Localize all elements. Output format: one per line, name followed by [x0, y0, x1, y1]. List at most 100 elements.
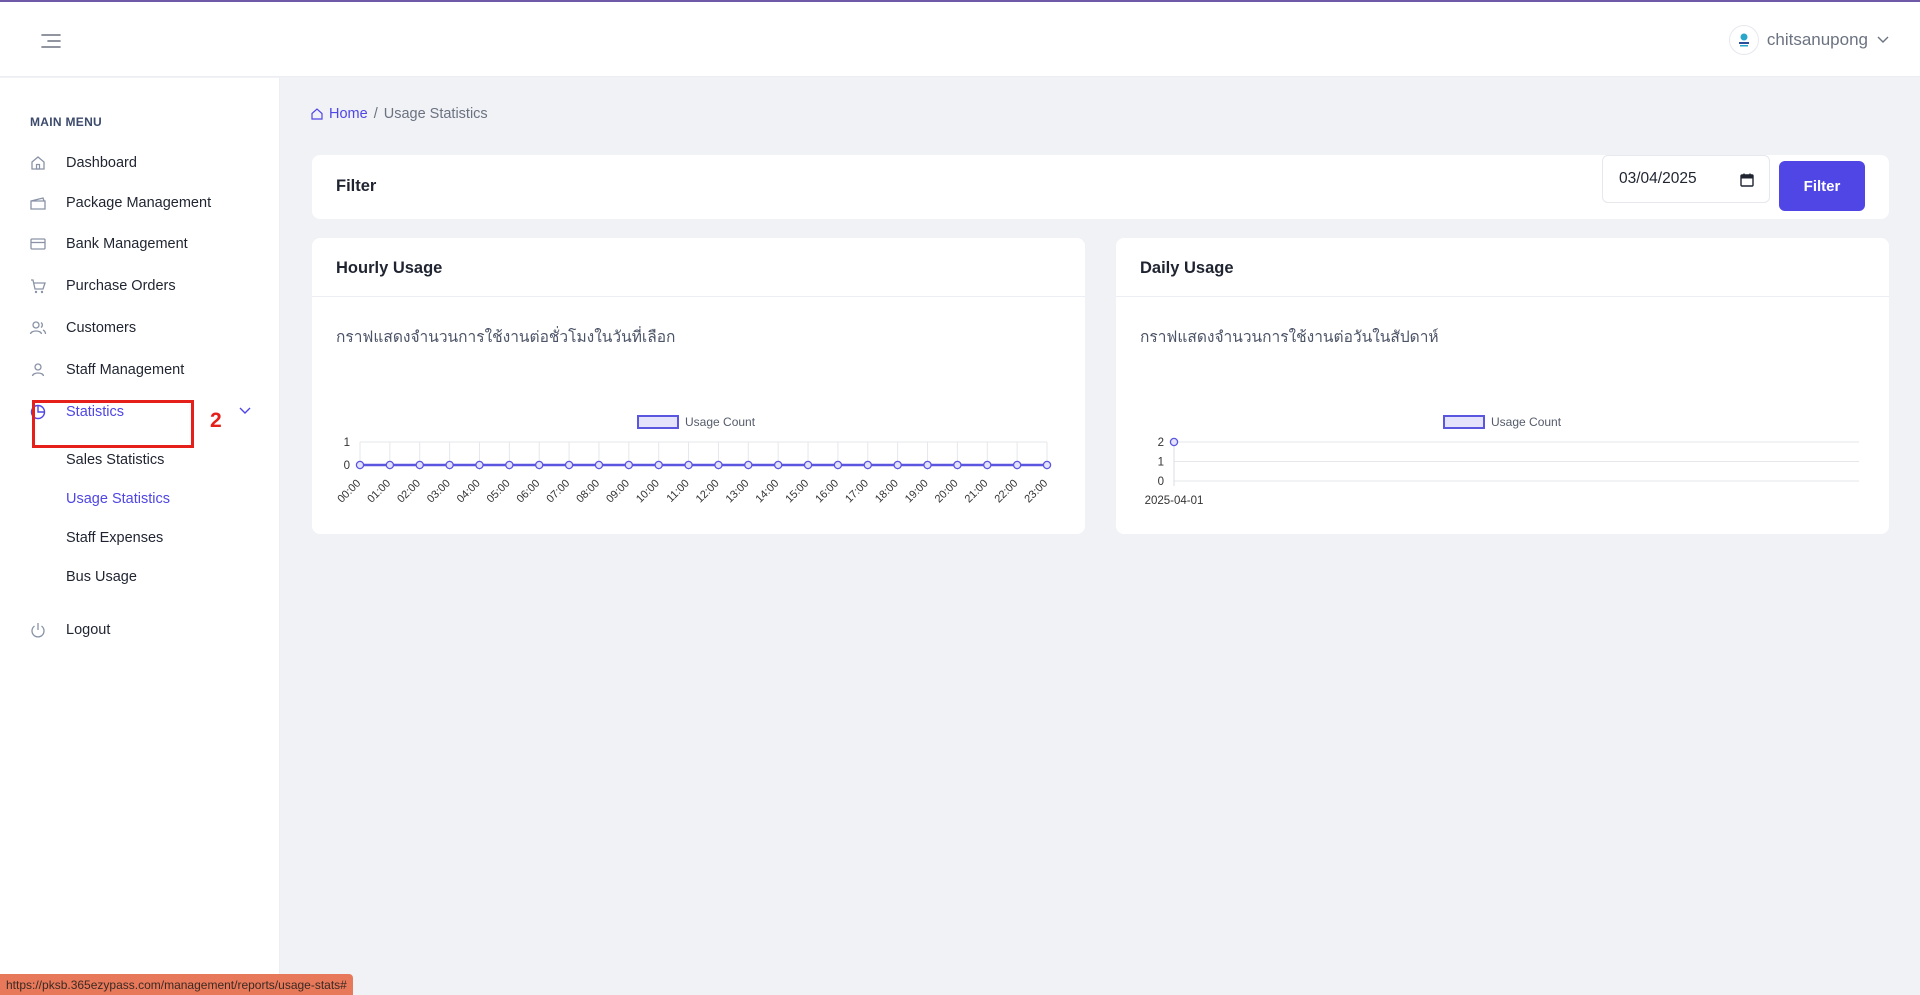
sidebar-item-label: Purchase Orders	[66, 278, 176, 294]
sidebar-item-label: Bank Management	[66, 236, 188, 252]
data-point	[983, 460, 992, 470]
sidebar-item-label: Staff Management	[66, 362, 185, 378]
sidebar-subitem-label: Sales Statistics	[66, 452, 165, 468]
filter-title: Filter	[336, 177, 377, 195]
sidebar-item-logout[interactable]: Logout	[28, 616, 260, 644]
x-tick-label: 14:00	[754, 477, 782, 505]
y-tick-label: 1	[1158, 457, 1164, 469]
breadcrumb: Home / Usage Statistics	[310, 106, 488, 122]
annotation-number: 2	[210, 409, 222, 432]
data-point	[684, 460, 693, 470]
sidebar-subitem-label: Usage Statistics	[66, 491, 170, 507]
chart-legend: Usage Count	[1443, 415, 1562, 429]
sidebar-item-bank-management[interactable]: Bank Management	[28, 230, 260, 258]
data-point	[833, 460, 843, 470]
data-point	[923, 460, 932, 470]
data-point	[624, 460, 634, 470]
data-point	[564, 460, 574, 470]
x-tick-label: 07:00	[544, 477, 572, 505]
x-tick-label: 11:00	[664, 477, 691, 504]
hourly-usage-chart: Usage Count 0 1 00:00 01:00 02:00 03:00 04:00 05…	[335, 415, 1052, 505]
x-tick-label: 22:00	[992, 477, 1020, 505]
x-tick-label: 18:00	[873, 477, 901, 505]
user-menu[interactable]: chitsanupong	[1728, 22, 1890, 58]
data-point	[1042, 460, 1052, 470]
chart-grid: 0 1 2	[1158, 437, 1859, 488]
x-tick-label: 10:00	[634, 477, 662, 505]
status-bar-url: https://pksb.365ezypass.com/management/r…	[0, 974, 353, 995]
chevron-down-icon	[1877, 36, 1889, 43]
y-tick-label: 0	[1158, 476, 1164, 488]
data-point	[445, 460, 454, 470]
power-icon	[28, 620, 48, 640]
sidebar-item-label: Package Management	[66, 195, 212, 211]
data-point	[534, 460, 544, 470]
sidebar-subitem-usage-statistics[interactable]: Usage Statistics	[34, 484, 188, 514]
user-icon	[28, 360, 48, 380]
data-point	[744, 460, 753, 470]
sidebar-subitem-staff-expenses[interactable]: Staff Expenses	[34, 523, 188, 553]
menu-toggle-button[interactable]	[38, 29, 64, 53]
legend-swatch	[1443, 415, 1485, 429]
legend-label: Usage Count	[685, 415, 756, 429]
x-tick-label: 15:00	[783, 477, 811, 505]
sidebar-item-dashboard[interactable]: Dashboard	[28, 149, 260, 177]
date-value: 03/04/2025	[1619, 170, 1697, 187]
data-point	[893, 460, 902, 470]
x-tick-label: 08:00	[574, 477, 602, 505]
breadcrumb-home-label: Home	[329, 106, 368, 122]
sidebar-item-package-management[interactable]: Package Management	[28, 189, 260, 217]
sidebar-item-customers[interactable]: Customers	[28, 314, 260, 342]
sidebar-subitem-label: Staff Expenses	[66, 530, 164, 546]
x-tick-label: 21:00	[963, 477, 991, 505]
data-point	[415, 460, 424, 470]
x-tick-label: 04:00	[455, 477, 483, 505]
y-tick-label: 0	[344, 460, 350, 472]
sidebar-item-label: Logout	[66, 622, 111, 638]
user-name: chitsanupong	[1766, 30, 1868, 49]
breadcrumb-current: Usage Statistics	[383, 106, 488, 122]
sidebar-item-staff-management[interactable]: Staff Management	[28, 356, 260, 384]
home-icon	[28, 153, 48, 173]
daily-usage-chart: Usage Count 0 1 2 2025-04-01	[1145, 415, 1859, 507]
sidebar-subitem-bus-usage[interactable]: Bus Usage	[34, 562, 188, 592]
calendar-icon[interactable]	[1739, 172, 1755, 188]
avatar	[1728, 25, 1759, 55]
data-point	[953, 460, 962, 470]
y-tick-label: 2	[1158, 437, 1164, 449]
data-point	[1169, 437, 1179, 447]
menu-section-title: MAIN MENU	[30, 115, 103, 129]
breadcrumb-separator: /	[373, 106, 378, 122]
data-point	[714, 460, 723, 470]
x-tick-label: 09:00	[604, 477, 632, 505]
hourly-usage-card: Hourly Usage กราฟแสดงจำนวนการใช้งานต่อชั…	[312, 238, 1085, 534]
data-point	[475, 460, 484, 470]
data-point	[505, 460, 514, 470]
credit-card-icon	[28, 234, 48, 254]
x-tick-label: 03:00	[425, 477, 453, 505]
sidebar-item-purchase-orders[interactable]: Purchase Orders	[28, 272, 260, 300]
x-tick-label: 19:00	[903, 477, 931, 505]
date-input[interactable]: 03/04/2025	[1602, 155, 1770, 203]
x-tick-label: 05:00	[485, 477, 513, 505]
legend-label: Usage Count	[1491, 415, 1562, 429]
x-tick-label: 12:00	[694, 477, 722, 505]
data-point	[863, 460, 873, 470]
filter-button[interactable]: Filter	[1779, 161, 1865, 211]
legend-swatch	[637, 415, 679, 429]
filter-card: Filter 03/04/2025 Filter	[312, 155, 1889, 219]
x-tick-label: 13:00	[724, 477, 752, 505]
top-header: chitsanupong	[0, 2, 1920, 77]
data-point	[803, 460, 813, 470]
cart-icon	[28, 276, 48, 296]
sidebar-subitem-sales-statistics[interactable]: Sales Statistics	[34, 445, 188, 475]
sidebar: MAIN MENU Dashboard Package Management B…	[0, 78, 280, 995]
annotation-highlight-box	[32, 400, 194, 448]
logo-icon	[1738, 33, 1749, 47]
hamburger-icon	[41, 34, 61, 48]
sidebar-subitem-label: Bus Usage	[66, 569, 137, 585]
y-tick-label: 1	[344, 437, 350, 449]
x-tick-label: 23:00	[1022, 477, 1050, 505]
breadcrumb-home-link[interactable]: Home	[310, 106, 368, 122]
data-point	[654, 460, 663, 470]
